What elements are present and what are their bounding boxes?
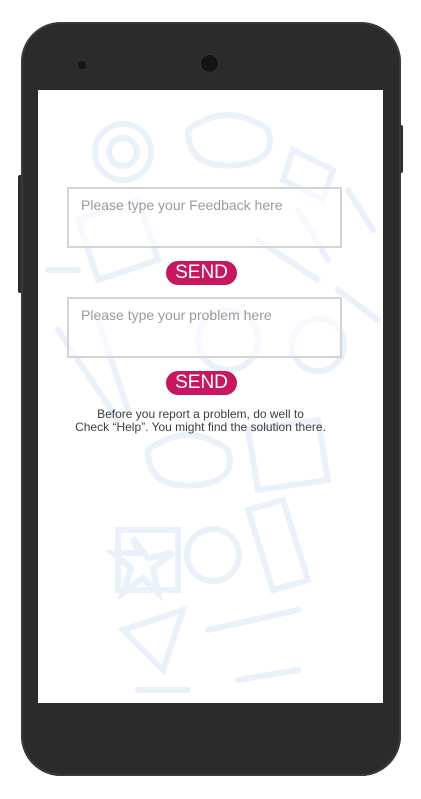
problem-input[interactable]: Please type your problem here (67, 297, 342, 358)
feedback-placeholder: Please type your Feedback here (81, 197, 283, 213)
help-note: Before you report a problem, do well to … (48, 408, 353, 434)
send-problem-button[interactable]: SEND (166, 371, 237, 395)
help-note-line2: Check “Help”. You might find the solutio… (75, 420, 326, 434)
send-feedback-button[interactable]: SEND (166, 261, 237, 285)
sensor-dot (78, 61, 86, 69)
background-illustration (45, 112, 381, 693)
front-camera (201, 55, 218, 72)
problem-placeholder: Please type your problem here (81, 307, 272, 323)
device-mockup: Please type your Feedback here SEND Plea… (0, 0, 421, 799)
feedback-input[interactable]: Please type your Feedback here (67, 187, 342, 248)
screen: Please type your Feedback here SEND Plea… (38, 90, 383, 703)
